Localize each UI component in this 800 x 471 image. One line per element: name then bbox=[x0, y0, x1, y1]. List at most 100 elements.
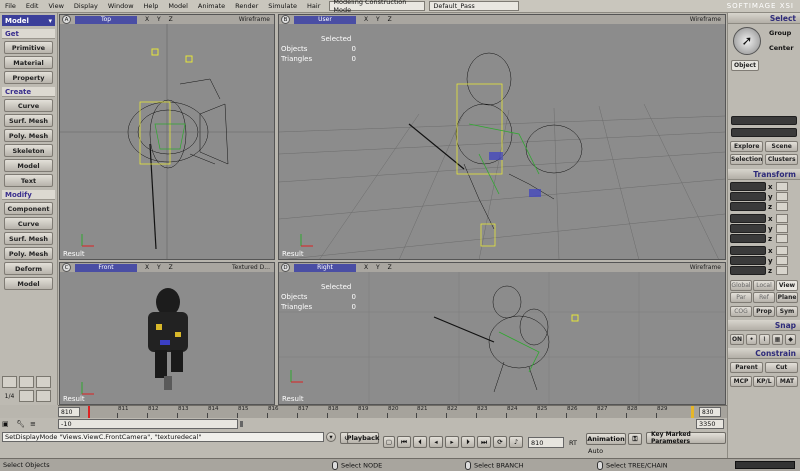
command-line-input[interactable]: SetDisplayMode "Views.ViewC.FrontCamera"… bbox=[2, 432, 324, 442]
first-frame-icon[interactable]: ⏮ bbox=[397, 436, 411, 448]
constrain-header[interactable]: Constrain bbox=[728, 348, 800, 359]
cut-button[interactable]: Cut bbox=[765, 362, 798, 373]
tool-paint-icon[interactable] bbox=[36, 390, 51, 402]
audio-icon[interactable]: ♪ bbox=[509, 436, 523, 448]
timeline[interactable]: 810 811 812 813 814 815 816 817 818 819 820 821 822… bbox=[58, 405, 727, 419]
create-text-button[interactable]: Text bbox=[4, 174, 53, 187]
stop-icon[interactable]: ▢ bbox=[383, 436, 395, 448]
viewport-d-axes[interactable]: X Y Z bbox=[364, 264, 395, 271]
rotate-y-toggle[interactable] bbox=[776, 224, 788, 233]
pass-select[interactable]: Default_Pass bbox=[429, 1, 520, 11]
last-frame-icon[interactable]: ⏭ bbox=[477, 436, 491, 448]
modify-poly-mesh-button[interactable]: Poly. Mesh bbox=[4, 247, 53, 260]
get-material-button[interactable]: Material bbox=[4, 56, 53, 69]
cog-button[interactable]: COG bbox=[730, 306, 752, 317]
layout-single-icon[interactable] bbox=[2, 376, 17, 388]
rotate-z-toggle[interactable] bbox=[776, 234, 788, 243]
key-icon[interactable]: ⚿ bbox=[628, 433, 642, 445]
translate-y-toggle[interactable] bbox=[776, 256, 788, 265]
create-skeleton-button[interactable]: Skeleton bbox=[4, 144, 53, 157]
viewport-c-camera-select[interactable]: Front bbox=[75, 263, 137, 272]
translate-x-toggle[interactable] bbox=[776, 246, 788, 255]
playback-button[interactable]: Playback bbox=[347, 432, 379, 444]
par-button[interactable]: Par bbox=[730, 292, 752, 303]
viewport-d-display-mode[interactable]: Wireframe bbox=[690, 264, 721, 271]
menu-edit[interactable]: Edit bbox=[21, 2, 44, 10]
viewport-b[interactable]: B User X Y Z Wireframe Selected Objects … bbox=[278, 14, 726, 260]
explore-button[interactable]: Explore bbox=[730, 141, 764, 152]
timeline-start-field[interactable]: 810 bbox=[58, 407, 80, 417]
transform-header[interactable]: Transform bbox=[728, 169, 800, 180]
get-property-button[interactable]: Property bbox=[4, 71, 53, 84]
sym-button[interactable]: Sym bbox=[776, 306, 798, 317]
menu-help[interactable]: Help bbox=[139, 2, 164, 10]
viewport-c-letter[interactable]: C bbox=[62, 263, 71, 272]
viewport-a-display-mode[interactable]: Wireframe bbox=[239, 16, 270, 23]
menu-render[interactable]: Render bbox=[230, 2, 263, 10]
selection-field-2[interactable] bbox=[731, 128, 797, 137]
viewport-c-axes[interactable]: X Y Z bbox=[145, 264, 176, 271]
translate-z-field[interactable] bbox=[730, 266, 766, 275]
mcp-button[interactable]: MCP bbox=[730, 376, 752, 387]
center-button[interactable]: Center bbox=[769, 44, 794, 52]
viewport-a-letter[interactable]: A bbox=[62, 15, 71, 24]
viewport-b-axes[interactable]: X Y Z bbox=[364, 16, 395, 23]
prop-button[interactable]: Prop bbox=[753, 306, 775, 317]
section-modify[interactable]: Modify bbox=[2, 190, 55, 200]
rotate-z-field[interactable] bbox=[730, 234, 766, 243]
auto-key-toggle[interactable]: Auto bbox=[588, 447, 603, 455]
rotate-y-field[interactable] bbox=[730, 224, 766, 233]
menu-simulate[interactable]: Simulate bbox=[263, 2, 302, 10]
range-start-field[interactable]: -10 bbox=[58, 419, 238, 429]
section-create[interactable]: Create bbox=[2, 87, 55, 97]
modify-model-button[interactable]: Model bbox=[4, 277, 53, 290]
viewport-a-camera-select[interactable]: Top bbox=[75, 15, 137, 24]
global-button[interactable]: Global bbox=[730, 280, 752, 291]
prev-key-icon[interactable]: ⏴ bbox=[413, 436, 427, 448]
snap-curve-icon[interactable]: ⌇ bbox=[759, 334, 770, 345]
next-key-icon[interactable]: ⏵ bbox=[461, 436, 475, 448]
select-arrow-icon[interactable]: ➚ bbox=[733, 27, 761, 55]
loop-icon[interactable]: ⟳ bbox=[493, 436, 507, 448]
viewport-b-letter[interactable]: B bbox=[281, 15, 290, 24]
plane-button[interactable]: Plane bbox=[776, 292, 798, 303]
layout-quad-icon[interactable] bbox=[36, 376, 51, 388]
scale-z-toggle[interactable] bbox=[776, 202, 788, 211]
ref-button[interactable]: Ref bbox=[753, 292, 775, 303]
scale-x-field[interactable] bbox=[730, 182, 766, 191]
view-button[interactable]: View bbox=[776, 280, 798, 291]
timeline-end-field[interactable]: 830 bbox=[699, 407, 721, 417]
create-model-button[interactable]: Model bbox=[4, 159, 53, 172]
viewport-b-display-mode[interactable]: Wireframe bbox=[690, 16, 721, 23]
menu-display[interactable]: Display bbox=[69, 2, 103, 10]
snap-point-icon[interactable]: • bbox=[746, 334, 757, 345]
create-poly-mesh-button[interactable]: Poly. Mesh bbox=[4, 129, 53, 142]
snap-header[interactable]: Snap bbox=[728, 320, 800, 331]
viewport-a[interactable]: A Top X Y Z Wireframe Result bbox=[59, 14, 275, 260]
section-get[interactable]: Get bbox=[2, 29, 55, 39]
viewport-a-axes[interactable]: X Y Z bbox=[145, 16, 176, 23]
scale-y-field[interactable] bbox=[730, 192, 766, 201]
group-button[interactable]: Group bbox=[769, 29, 791, 37]
key-marked-parameters-button[interactable]: Key Marked Parameters bbox=[646, 431, 726, 445]
modify-curve-button[interactable]: Curve bbox=[4, 217, 53, 230]
select-header[interactable]: Select bbox=[728, 13, 800, 24]
range-slider-handle[interactable] bbox=[240, 421, 243, 427]
viewport-d-letter[interactable]: D bbox=[281, 263, 290, 272]
selection-button[interactable]: Selection bbox=[730, 154, 764, 165]
create-curve-button[interactable]: Curve bbox=[4, 99, 53, 112]
rotate-x-field[interactable] bbox=[730, 214, 766, 223]
scale-y-toggle[interactable] bbox=[776, 192, 788, 201]
menu-file[interactable]: File bbox=[0, 2, 21, 10]
parent-button[interactable]: Parent bbox=[730, 362, 763, 373]
modify-component-button[interactable]: Component bbox=[4, 202, 53, 215]
wrench-icon[interactable]: 🔧︎ bbox=[16, 420, 26, 430]
scene-button[interactable]: Scene bbox=[765, 141, 798, 152]
scale-x-toggle[interactable] bbox=[776, 182, 788, 191]
current-frame-field[interactable]: 810 bbox=[528, 437, 564, 448]
layout-split-icon[interactable] bbox=[19, 376, 34, 388]
kp-l-button[interactable]: KP/L bbox=[753, 376, 775, 387]
menu-model[interactable]: Model bbox=[163, 2, 193, 10]
mat-button[interactable]: MAT bbox=[776, 376, 798, 387]
selection-field[interactable] bbox=[731, 116, 797, 125]
